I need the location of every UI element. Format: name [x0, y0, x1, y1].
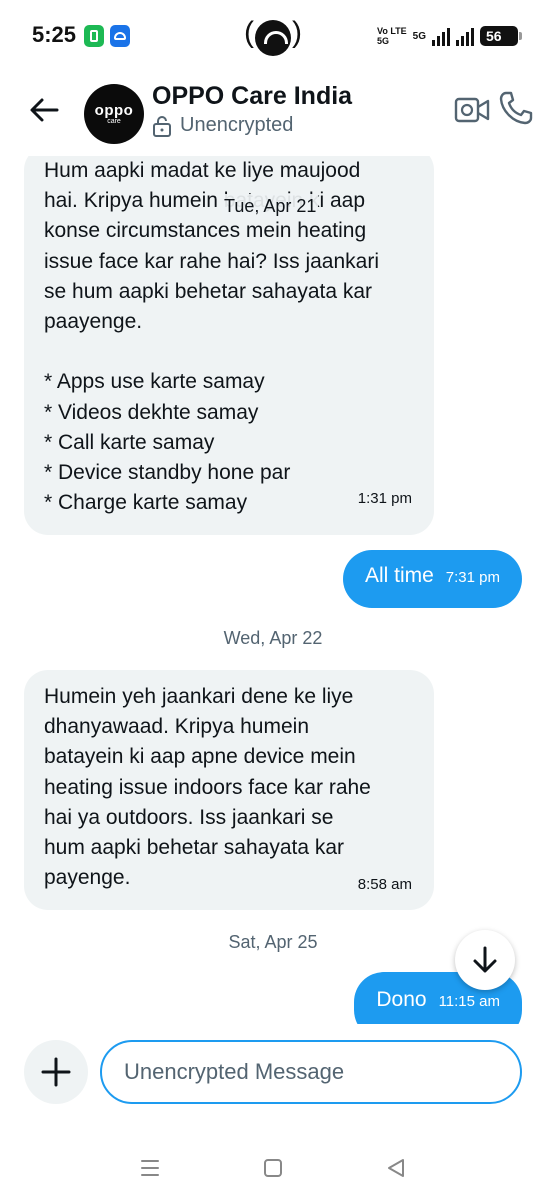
wifi-app-notification-icon [110, 25, 130, 47]
outgoing-message[interactable]: All time 7:31 pm [342, 550, 522, 608]
triangle-back-icon [388, 1159, 404, 1177]
back-nav-button[interactable] [380, 1152, 412, 1184]
attach-button[interactable] [24, 1040, 88, 1104]
video-camera-icon [454, 97, 490, 123]
message-time: 1:31 pm [357, 490, 412, 507]
message-composer [0, 1024, 546, 1120]
voice-call-button[interactable] [498, 90, 534, 126]
encryption-status: Unencrypted [152, 114, 293, 137]
arrow-left-icon [30, 98, 59, 122]
message-input[interactable] [100, 1040, 522, 1104]
battery-icon: 56 [480, 26, 522, 46]
system-indicators: Vo LTE 5G 5G 56 [377, 24, 522, 48]
menu-lines-icon [141, 1160, 159, 1176]
avatar-logo: oppo [94, 101, 134, 119]
message-list[interactable]: Hum aapki madat ke liye maujood hai. Kri… [0, 156, 546, 1024]
hotspot-icon: ( ) [244, 14, 302, 58]
square-icon [264, 1159, 282, 1177]
contact-name[interactable]: OPPO Care India [152, 82, 352, 111]
chat-header: oppo care OPPO Care India Unencrypted [0, 72, 546, 156]
floating-date-label: Tue, Apr 21 [222, 194, 319, 219]
message-text: Dono [376, 988, 427, 1011]
recent-apps-button[interactable] [134, 1152, 166, 1184]
volte-label: Vo LTE [376, 26, 407, 36]
status-time: 5:25 [32, 22, 77, 47]
system-navigation-bar [0, 1136, 546, 1200]
message-time: 7:31 pm [445, 569, 500, 586]
message-time: 11:15 am [438, 993, 500, 1010]
message-text: All time [364, 564, 434, 587]
incoming-message[interactable]: Humein yeh jaankari dene ke liye dhanyaw… [24, 670, 434, 910]
home-button[interactable] [257, 1152, 289, 1184]
battery-level: 56 [486, 28, 502, 44]
plus-icon [41, 1057, 71, 1087]
scroll-to-bottom-button[interactable] [455, 930, 515, 990]
encryption-label: Unencrypted [180, 114, 294, 136]
avatar[interactable]: oppo care [84, 84, 144, 144]
volte-indicator: Vo LTE 5G [377, 26, 407, 46]
date-separator: Wed, Apr 22 [223, 628, 323, 648]
app-notification-icon [84, 25, 104, 47]
avatar-logo-sub: care [107, 117, 121, 125]
video-call-button[interactable] [454, 94, 490, 126]
unlock-icon [153, 115, 171, 137]
phone-icon [499, 91, 533, 125]
message-text: Humein yeh jaankari dene ke liye dhanyaw… [44, 685, 371, 890]
signal-icon-sim2 [456, 26, 474, 46]
back-button[interactable] [24, 90, 64, 130]
arrow-down-icon [473, 946, 497, 973]
volte-sub-label: 5G [376, 36, 389, 46]
signal-icon [432, 26, 450, 46]
status-bar: 5:25 ( ) Vo LTE 5G 5G 56 [0, 0, 546, 72]
network-type-label: 5G [412, 30, 426, 42]
message-time: 8:58 am [357, 876, 412, 893]
